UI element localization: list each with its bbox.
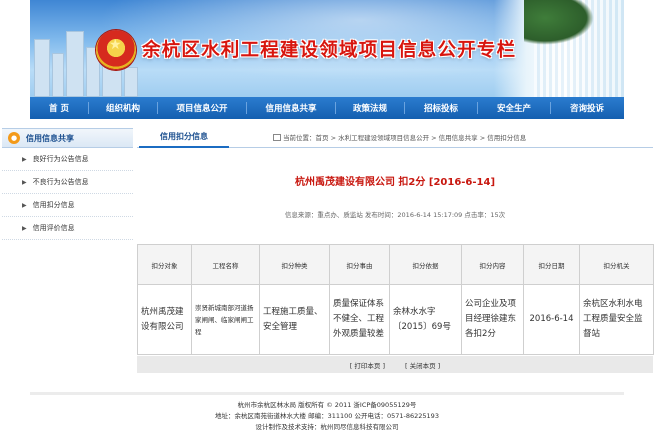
deduction-table: 扣分对象 工程名称 扣分种类 扣分事由 扣分依据 扣分内容 扣分日期 扣分机关 …	[137, 244, 654, 355]
action-bar: [ 打印本页 ] [ 关闭本页 ]	[137, 356, 653, 373]
column-header: 扣分内容	[461, 244, 524, 285]
footer-address: 地址：余杭区南苑街道林水大楼 邮编：311100 公开电话：0571-86225…	[215, 412, 439, 420]
sidebar-item-deduction[interactable]: ▶ 信用扣分信息	[2, 194, 133, 217]
sidebar-heading-label: 信用信息共享	[26, 133, 74, 143]
sidebar-item-label: 良好行为公告信息	[32, 155, 89, 163]
sidebar-item-label: 不良行为公告信息	[32, 178, 89, 186]
arrow-right-icon: ▶	[22, 201, 27, 209]
arrow-right-icon: ▶	[22, 178, 27, 186]
column-header: 扣分对象	[137, 244, 192, 285]
cell-type: 工程施工质量、安全管理	[259, 284, 330, 355]
site-footer: 杭州市余杭区林水局 版权所有 © 2011 浙ICP备09055129号 地址：…	[30, 392, 624, 432]
footer-copyright: 杭州市余杭区林水局 版权所有 © 2011 浙ICP备09055129号	[237, 401, 417, 409]
sidebar-item-good-conduct[interactable]: ▶ 良好行为公告信息	[2, 148, 133, 171]
column-header: 工程名称	[191, 244, 260, 285]
close-page-link[interactable]: [ 关闭本页 ]	[405, 360, 440, 370]
main-content: 信用扣分信息 当前位置：首页 > 水利工程建设领域项目信息公开 > 信用信息共享…	[137, 128, 654, 378]
column-header: 扣分事由	[329, 244, 390, 285]
nav-item-credit-info[interactable]: 信用信息共享	[247, 102, 335, 114]
nav-item-project-info[interactable]: 项目信息公开	[158, 102, 246, 114]
nav-item-safety[interactable]: 安全生产	[478, 102, 550, 114]
column-header: 扣分种类	[259, 244, 330, 285]
article-title: 杭州禹茂建设有限公司 扣2分 [2016-6-14]	[294, 177, 496, 188]
site-title: 余杭区水利工程建设领域项目信息公开专栏	[142, 40, 517, 61]
arrow-right-icon: ▶	[22, 224, 27, 232]
table-header-row: 扣分对象 工程名称 扣分种类 扣分事由 扣分依据 扣分内容 扣分日期 扣分机关	[137, 244, 654, 285]
cell-authority: 余杭区水利水电工程质量安全监督站	[579, 284, 654, 355]
info-icon: ●	[8, 132, 20, 144]
column-header: 扣分依据	[389, 244, 462, 285]
table-row: 杭州禹茂建设有限公司 崇贤新城南部河道扬家闸闸、临家闸闸工程 工程施工质量、安全…	[137, 284, 654, 355]
nav-item-bidding[interactable]: 招标投标	[405, 102, 477, 114]
main-nav: 首 页 组织机构 项目信息公开 信用信息共享 政策法规 招标投标 安全生产 咨询…	[30, 97, 624, 119]
banner-trees	[524, 0, 594, 45]
cell-date: 2016-6-14	[523, 284, 580, 355]
sidebar-item-label: 信用扣分信息	[32, 201, 75, 209]
arrow-right-icon: ▶	[22, 155, 27, 163]
sidebar-item-label: 信用评价信息	[32, 224, 75, 232]
national-emblem-icon: ★	[96, 30, 136, 70]
cell-target: 杭州禹茂建设有限公司	[137, 284, 192, 355]
breadcrumb-text: 当前位置：首页 > 水利工程建设领域项目信息公开 > 信用信息共享 > 信用扣分…	[283, 134, 527, 142]
column-header: 扣分日期	[523, 244, 580, 285]
nav-item-organization[interactable]: 组织机构	[89, 102, 157, 114]
article-meta: 信息来源：重点办、质监站 发布时间：2016-6-14 15:17:09 点击率…	[284, 211, 506, 219]
cell-project: 崇贤新城南部河道扬家闸闸、临家闸闸工程	[191, 284, 260, 355]
sidebar-item-bad-conduct[interactable]: ▶ 不良行为公告信息	[2, 171, 133, 194]
tab-credit-deduction[interactable]: 信用扣分信息	[139, 128, 229, 148]
sidebar: ● 信用信息共享 ▶ 良好行为公告信息 ▶ 不良行为公告信息 ▶ 信用扣分信息 …	[2, 128, 133, 250]
page: ★ 余杭区水利工程建设领域项目信息公开专栏 首 页 组织机构 项目信息公开 信用…	[0, 0, 654, 443]
footer-credits: 设计制作及技术支持：杭州同尽信息科技有限公司	[255, 423, 399, 431]
cell-basis: 余林水水字〔2015〕69号	[389, 284, 462, 355]
site-banner: ★ 余杭区水利工程建设领域项目信息公开专栏	[30, 0, 624, 97]
nav-item-complaints[interactable]: 咨询投诉	[551, 102, 623, 114]
home-icon	[273, 134, 281, 141]
cell-reason: 质量保证体系不健全、工程外观质量较差	[329, 284, 390, 355]
breadcrumb: 当前位置：首页 > 水利工程建设领域项目信息公开 > 信用信息共享 > 信用扣分…	[273, 132, 526, 142]
column-header: 扣分机关	[579, 244, 654, 285]
sidebar-heading: ● 信用信息共享	[2, 128, 133, 148]
cell-content: 公司企业及项目经理徐建东各扣2分	[461, 284, 524, 355]
nav-item-home[interactable]: 首 页	[30, 102, 88, 114]
sidebar-item-evaluation[interactable]: ▶ 信用评价信息	[2, 217, 133, 240]
print-page-link[interactable]: [ 打印本页 ]	[350, 360, 385, 370]
nav-item-policies[interactable]: 政策法规	[336, 102, 404, 114]
content-header: 信用扣分信息 当前位置：首页 > 水利工程建设领域项目信息公开 > 信用信息共享…	[137, 128, 653, 148]
